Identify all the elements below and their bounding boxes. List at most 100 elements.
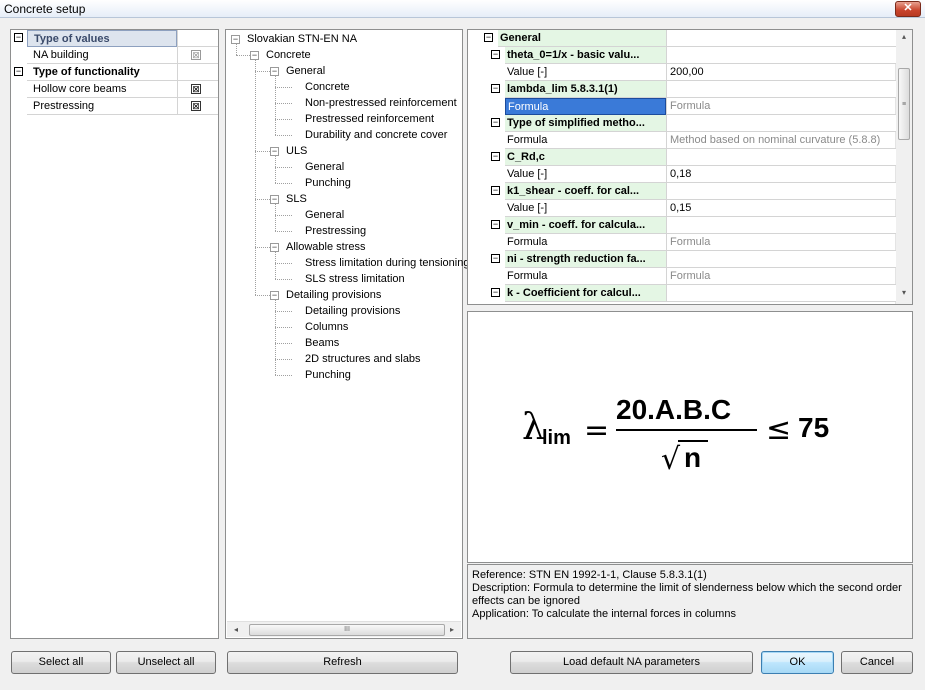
collapse-icon[interactable]: − bbox=[491, 152, 500, 161]
property-value[interactable]: Formula bbox=[666, 98, 896, 115]
close-button[interactable]: ✕ bbox=[895, 1, 921, 17]
options-group-row[interactable]: − Type of functionality bbox=[11, 64, 218, 81]
property-value bbox=[666, 30, 896, 47]
collapse-icon[interactable]: − bbox=[14, 67, 23, 76]
property-row[interactable]: Formula Method based on nominal curvature… bbox=[468, 132, 896, 149]
collapse-icon[interactable]: − bbox=[270, 243, 279, 252]
options-group-row[interactable]: − Type of values bbox=[11, 30, 218, 47]
property-group-row[interactable]: − lambda_lim 5.8.3.1(1) bbox=[468, 81, 896, 98]
tree-connector bbox=[275, 103, 292, 104]
checkbox[interactable]: ⊠ bbox=[191, 50, 201, 60]
tree-node-item[interactable]: Durability and concrete cover bbox=[305, 127, 447, 143]
tree-node-root[interactable]: Slovakian STN-EN NA bbox=[247, 31, 357, 47]
property-row[interactable]: Value [-] 200,00 bbox=[468, 64, 896, 81]
scroll-left-arrow-icon[interactable]: ◂ bbox=[229, 624, 243, 636]
tree-node-item[interactable]: Non-prestressed reinforcement bbox=[305, 95, 457, 111]
tree-node-allowable[interactable]: Allowable stress bbox=[286, 239, 365, 255]
property-row[interactable]: Value [-] 0,18 bbox=[468, 166, 896, 183]
option-value-cell[interactable]: ⊠ bbox=[177, 47, 218, 64]
collapse-icon[interactable]: − bbox=[14, 33, 23, 42]
tree-connector bbox=[275, 167, 292, 168]
unselect-all-button[interactable]: Unselect all bbox=[116, 651, 216, 674]
property-group-row[interactable]: − v_min - coeff. for calcula... bbox=[468, 217, 896, 234]
property-group-row[interactable]: − k - Coefficient for calcul... bbox=[468, 285, 896, 302]
tree-node-concrete[interactable]: Concrete bbox=[266, 47, 311, 63]
collapse-icon[interactable]: − bbox=[270, 147, 279, 156]
tree-node-item[interactable]: Concrete bbox=[305, 79, 350, 95]
option-value-cell[interactable]: ⊠ bbox=[177, 98, 218, 115]
property-label: Type of simplified metho... bbox=[505, 115, 666, 132]
tree-connector bbox=[255, 199, 270, 200]
formula-image: λ lim = 20.A.B.C √ n ≤ 75 bbox=[522, 394, 829, 477]
property-row[interactable]: Formula Formula bbox=[468, 234, 896, 251]
property-value[interactable]: 0,18 bbox=[666, 166, 896, 183]
option-value-cell[interactable]: ⊠ bbox=[177, 81, 218, 98]
collapse-icon[interactable]: − bbox=[270, 195, 279, 204]
tree-node-sls[interactable]: SLS bbox=[286, 191, 307, 207]
collapse-icon[interactable]: − bbox=[491, 186, 500, 195]
scroll-right-arrow-icon[interactable]: ▸ bbox=[445, 624, 459, 636]
collapse-icon[interactable]: − bbox=[231, 35, 240, 44]
collapse-icon[interactable]: − bbox=[491, 288, 500, 297]
property-group-row[interactable]: − theta_0=1/x - basic valu... bbox=[468, 47, 896, 64]
checkbox[interactable]: ⊠ bbox=[191, 84, 201, 94]
property-label: k - Coefficient for calcul... bbox=[505, 285, 666, 302]
tree-node-item[interactable]: Stress limitation during tensioning bbox=[305, 255, 469, 271]
tree-node-general[interactable]: General bbox=[286, 63, 325, 79]
tree-node-item[interactable]: 2D structures and slabs bbox=[305, 351, 421, 367]
refresh-button[interactable]: Refresh bbox=[227, 651, 458, 674]
ok-button[interactable]: OK bbox=[761, 651, 834, 674]
property-group-row[interactable]: − ni - strength reduction fa... bbox=[468, 251, 896, 268]
collapse-icon[interactable]: − bbox=[484, 33, 493, 42]
property-grid-vertical-scrollbar[interactable]: ▴ ≡ ▾ bbox=[895, 30, 912, 304]
tree-node-detailing[interactable]: Detailing provisions bbox=[286, 287, 381, 303]
options-item-row[interactable]: Hollow core beams ⊠ bbox=[11, 81, 218, 98]
collapse-icon[interactable]: − bbox=[270, 67, 279, 76]
options-item-row[interactable]: Prestressing ⊠ bbox=[11, 98, 218, 115]
collapse-icon[interactable]: − bbox=[491, 118, 500, 127]
property-group-row[interactable]: − General bbox=[468, 30, 896, 47]
property-value[interactable]: Formula bbox=[666, 234, 896, 251]
property-value[interactable]: 0,15 bbox=[666, 200, 896, 217]
select-all-button[interactable]: Select all bbox=[11, 651, 111, 674]
collapse-icon[interactable]: − bbox=[491, 84, 500, 93]
property-row[interactable]: Value [-] 0,15 bbox=[468, 200, 896, 217]
collapse-icon[interactable]: − bbox=[250, 51, 259, 60]
property-value[interactable]: Formula bbox=[666, 268, 896, 285]
tree-node-item[interactable]: Prestressed reinforcement bbox=[305, 111, 434, 127]
property-group-row[interactable]: − k1_shear - coeff. for cal... bbox=[468, 183, 896, 200]
scrollbar-thumb[interactable]: ≡ bbox=[898, 68, 910, 140]
load-default-na-button[interactable]: Load default NA parameters bbox=[510, 651, 753, 674]
tree-node-item[interactable]: Columns bbox=[305, 319, 348, 335]
tree-node-item[interactable]: SLS stress limitation bbox=[305, 271, 405, 287]
collapse-icon[interactable]: − bbox=[270, 291, 279, 300]
scrollbar-thumb[interactable]: III bbox=[249, 624, 445, 636]
checkbox[interactable]: ⊠ bbox=[191, 101, 201, 111]
cancel-button[interactable]: Cancel bbox=[841, 651, 913, 674]
tree-node-item[interactable]: Detailing provisions bbox=[305, 303, 400, 319]
property-row[interactable]: Formula Formula bbox=[468, 268, 896, 285]
tree-node-item[interactable]: Prestressing bbox=[305, 223, 366, 239]
options-item-row[interactable]: NA building ⊠ bbox=[11, 47, 218, 64]
tree-node-item[interactable]: Punching bbox=[305, 367, 351, 383]
property-row[interactable]: Formula Formula bbox=[468, 98, 896, 115]
tree-node-item[interactable]: Beams bbox=[305, 335, 339, 351]
tree-connector bbox=[275, 327, 292, 328]
collapse-icon[interactable]: − bbox=[491, 254, 500, 263]
tree-connector bbox=[275, 343, 292, 344]
property-group-row[interactable]: − C_Rd,c bbox=[468, 149, 896, 166]
property-label: ni - strength reduction fa... bbox=[505, 251, 666, 268]
tree-node-item[interactable]: General bbox=[305, 207, 344, 223]
collapse-icon[interactable]: − bbox=[491, 220, 500, 229]
tree-horizontal-scrollbar[interactable]: ◂ III ▸ bbox=[227, 621, 461, 637]
tree-node-item[interactable]: Punching bbox=[305, 175, 351, 191]
tree-node-item[interactable]: General bbox=[305, 159, 344, 175]
property-value[interactable]: 200,00 bbox=[666, 64, 896, 81]
scroll-up-arrow-icon[interactable]: ▴ bbox=[898, 32, 910, 46]
collapse-icon[interactable]: − bbox=[491, 50, 500, 59]
property-value[interactable]: Method based on nominal curvature (5.8.8… bbox=[666, 132, 896, 149]
option-label: Type of values bbox=[27, 30, 177, 47]
property-group-row[interactable]: − Type of simplified metho... bbox=[468, 115, 896, 132]
tree-node-uls[interactable]: ULS bbox=[286, 143, 307, 159]
scroll-down-arrow-icon[interactable]: ▾ bbox=[898, 288, 910, 302]
